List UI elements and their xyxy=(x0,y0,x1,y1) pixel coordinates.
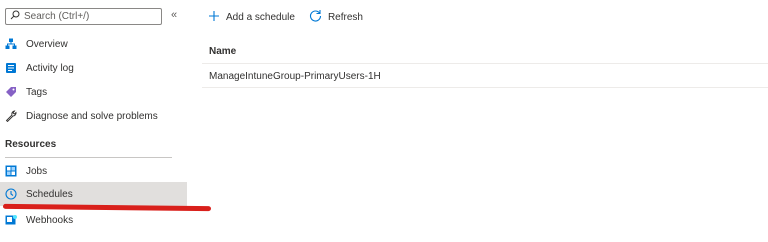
sidebar-item-label: Overview xyxy=(26,38,68,50)
sidebar-item-webhooks[interactable]: Webhooks xyxy=(0,208,187,232)
webhook-icon xyxy=(5,214,17,226)
sidebar-item-activity-log[interactable]: Activity log xyxy=(0,56,187,80)
collapse-sidebar-button[interactable]: « xyxy=(171,9,177,21)
sidebar-item-label: Jobs xyxy=(26,165,48,177)
sidebar-item-jobs[interactable]: Jobs xyxy=(0,159,187,183)
table-row[interactable]: ManageIntuneGroup-PrimaryUsers-1H xyxy=(202,65,768,88)
plus-icon xyxy=(208,10,220,25)
jobs-icon xyxy=(5,165,17,177)
toolbar: Add a schedule Refresh xyxy=(208,8,377,26)
activity-log-icon xyxy=(5,62,17,74)
sidebar-item-label: Tags xyxy=(26,86,48,98)
main-content: Add a schedule Refresh Name ManageIntune… xyxy=(202,0,768,242)
section-divider xyxy=(5,157,172,158)
column-header-name[interactable]: Name xyxy=(202,40,768,64)
clock-icon xyxy=(5,188,17,200)
overview-icon xyxy=(5,38,17,50)
sidebar: « Overview Activity log Tags Diagnose an… xyxy=(0,0,212,242)
section-title-resources: Resources xyxy=(5,139,57,150)
sidebar-item-overview[interactable]: Overview xyxy=(0,32,187,56)
sidebar-item-label: Activity log xyxy=(26,62,74,74)
search-input[interactable] xyxy=(20,11,154,22)
sidebar-item-label: Schedules xyxy=(26,188,73,200)
search-icon xyxy=(10,10,20,23)
refresh-button[interactable]: Refresh xyxy=(309,9,363,25)
add-schedule-label: Add a schedule xyxy=(226,11,295,23)
sidebar-item-tags[interactable]: Tags xyxy=(0,80,187,104)
wrench-icon xyxy=(5,110,17,122)
search-box[interactable] xyxy=(5,8,162,25)
sidebar-item-schedules[interactable]: Schedules xyxy=(0,182,187,206)
sidebar-item-diagnose[interactable]: Diagnose and solve problems xyxy=(0,104,187,128)
add-schedule-button[interactable]: Add a schedule xyxy=(208,10,295,25)
refresh-label: Refresh xyxy=(327,11,363,23)
refresh-icon xyxy=(309,9,322,25)
sidebar-item-label: Diagnose and solve problems xyxy=(26,110,158,122)
sidebar-item-label: Webhooks xyxy=(26,214,74,226)
tag-icon xyxy=(5,86,17,98)
